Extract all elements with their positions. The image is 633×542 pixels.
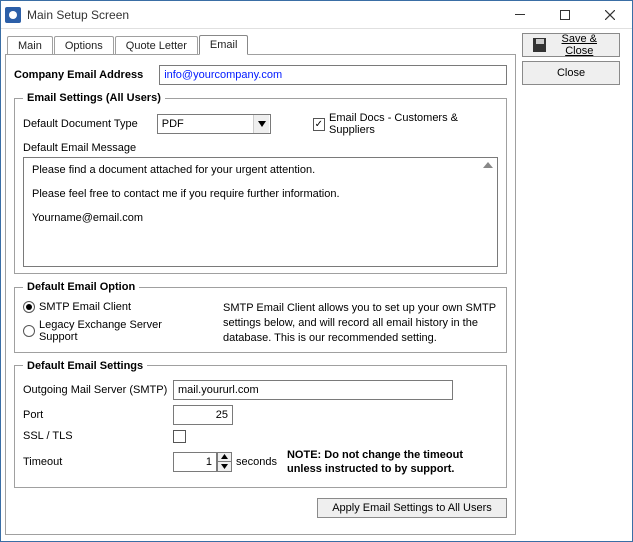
- scroll-up-icon[interactable]: [483, 162, 493, 168]
- tab-options[interactable]: Options: [54, 36, 114, 55]
- close-label: Close: [557, 67, 585, 79]
- seconds-label: seconds: [236, 456, 277, 468]
- titlebar: Main Setup Screen: [1, 1, 632, 29]
- smtp-settings-group: Default Email Settings Outgoing Mail Ser…: [14, 360, 507, 489]
- close-window-button[interactable]: [587, 1, 632, 29]
- option-description: SMTP Email Client allows you to set up y…: [223, 301, 498, 346]
- email-docs-label: Email Docs - Customers & Suppliers: [329, 112, 498, 136]
- timeout-note: NOTE: Do not change the timeout unless i…: [287, 448, 498, 477]
- smtp-radio-label: SMTP Email Client: [39, 301, 131, 313]
- save-close-label: Save & Close: [550, 33, 610, 57]
- server-input[interactable]: [173, 380, 453, 400]
- email-docs-checkbox[interactable]: ✓: [313, 118, 325, 131]
- doc-type-value: PDF: [162, 118, 184, 130]
- ssl-label: SSL / TLS: [23, 430, 173, 442]
- timeout-label: Timeout: [23, 456, 173, 468]
- timeout-down-button[interactable]: [217, 462, 232, 472]
- window-title: Main Setup Screen: [27, 8, 497, 22]
- server-label: Outgoing Mail Server (SMTP): [23, 384, 173, 396]
- timeout-up-button[interactable]: [217, 452, 232, 462]
- minimize-button[interactable]: [497, 1, 542, 29]
- tab-quote-letter[interactable]: Quote Letter: [115, 36, 198, 55]
- default-option-group: Default Email Option SMTP Email Client L…: [14, 281, 507, 353]
- dropdown-arrow-icon: [253, 115, 269, 133]
- legacy-radio[interactable]: [23, 325, 35, 337]
- default-msg-label: Default Email Message: [23, 142, 498, 154]
- legacy-radio-label: Legacy Exchange Server Support: [39, 319, 203, 343]
- msg-line-1: Please find a document attached for your…: [32, 164, 489, 176]
- smtp-radio[interactable]: [23, 301, 35, 313]
- tab-email[interactable]: Email: [199, 35, 249, 55]
- tab-main[interactable]: Main: [7, 36, 53, 55]
- email-settings-legend: Email Settings (All Users): [23, 92, 165, 104]
- maximize-button[interactable]: [542, 1, 587, 29]
- port-input[interactable]: [173, 405, 233, 425]
- tab-strip: Main Options Quote Letter Email: [5, 32, 516, 54]
- port-label: Port: [23, 409, 173, 421]
- ssl-checkbox[interactable]: [173, 430, 186, 443]
- company-email-input[interactable]: [159, 65, 507, 85]
- doc-type-label: Default Document Type: [23, 118, 145, 130]
- smtp-settings-legend: Default Email Settings: [23, 360, 147, 372]
- msg-line-2: Please feel free to contact me if you re…: [32, 188, 489, 200]
- default-msg-textarea[interactable]: Please find a document attached for your…: [23, 157, 498, 267]
- app-icon: [5, 7, 21, 23]
- main-window: Main Setup Screen Main Options Quote Let…: [0, 0, 633, 542]
- apply-settings-button[interactable]: Apply Email Settings to All Users: [317, 498, 507, 518]
- email-tab-pane: Company Email Address Email Settings (Al…: [5, 54, 516, 535]
- save-close-button[interactable]: Save & Close: [522, 33, 620, 57]
- save-icon: [533, 38, 546, 52]
- timeout-input[interactable]: [173, 452, 217, 472]
- default-option-legend: Default Email Option: [23, 281, 139, 293]
- company-email-label: Company Email Address: [14, 69, 143, 81]
- close-button[interactable]: Close: [522, 61, 620, 85]
- email-settings-group: Email Settings (All Users) Default Docum…: [14, 92, 507, 274]
- msg-line-3: Yourname@email.com: [32, 212, 489, 224]
- doc-type-select[interactable]: PDF: [157, 114, 272, 134]
